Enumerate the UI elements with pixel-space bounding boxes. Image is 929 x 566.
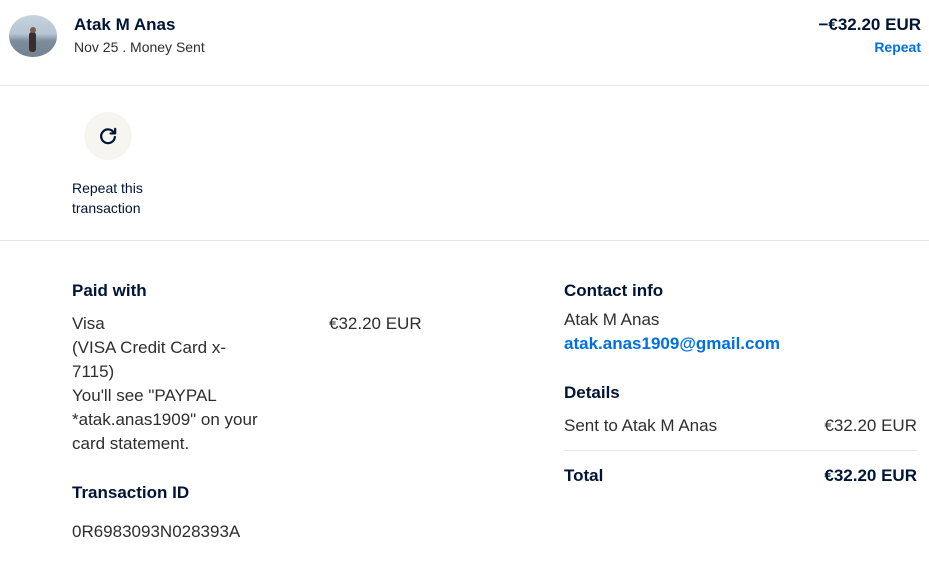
transaction-id-heading: Transaction ID bbox=[72, 483, 190, 502]
paid-amount: €32.20 EUR bbox=[329, 314, 422, 333]
payment-method-details: Visa (VISA Credit Card x- 7115) You'll s… bbox=[72, 312, 287, 456]
recipient-name: Atak M Anas bbox=[74, 15, 176, 34]
avatar-photo-figure bbox=[29, 32, 36, 52]
repeat-transaction-caption[interactable]: Repeat this transaction bbox=[72, 178, 162, 218]
transaction-amount: −€32.20 EUR bbox=[818, 15, 921, 34]
card-line: Visa bbox=[72, 314, 105, 333]
transaction-id-value: 0R6983093N028393A bbox=[72, 522, 241, 541]
card-line: card statement. bbox=[72, 434, 190, 453]
repeat-link[interactable]: Repeat bbox=[874, 39, 921, 55]
contact-email-link[interactable]: atak.anas1909@gmail.com bbox=[564, 332, 780, 356]
card-line: (VISA Credit Card x- bbox=[72, 338, 226, 357]
details-heading: Details bbox=[564, 383, 620, 402]
card-line: *atak.anas1909" on your bbox=[72, 410, 258, 429]
details-divider bbox=[564, 450, 917, 451]
contact-name: Atak M Anas bbox=[564, 310, 660, 329]
transaction-header: Atak M Anas Nov 25 . Money Sent −€32.20 … bbox=[0, 0, 929, 86]
transaction-date-type: Nov 25 . Money Sent bbox=[74, 39, 205, 55]
repeat-section: Repeat this transaction bbox=[0, 86, 929, 241]
total-label: Total bbox=[564, 466, 604, 485]
sent-to-label: Sent to Atak M Anas bbox=[564, 416, 718, 435]
avatar bbox=[9, 15, 57, 57]
refresh-icon bbox=[100, 127, 117, 145]
contact-info-heading: Contact info bbox=[564, 281, 664, 300]
sent-amount: €32.20 EUR bbox=[824, 416, 917, 435]
card-line: 7115) bbox=[72, 362, 115, 381]
paid-with-heading: Paid with bbox=[72, 281, 147, 300]
transaction-details-page: Atak M Anas Nov 25 . Money Sent −€32.20 … bbox=[0, 0, 929, 566]
repeat-transaction-button[interactable] bbox=[84, 112, 132, 160]
total-amount: €32.20 EUR bbox=[824, 466, 917, 485]
avatar-photo-head bbox=[30, 27, 36, 33]
card-line: You'll see "PAYPAL bbox=[72, 386, 217, 405]
